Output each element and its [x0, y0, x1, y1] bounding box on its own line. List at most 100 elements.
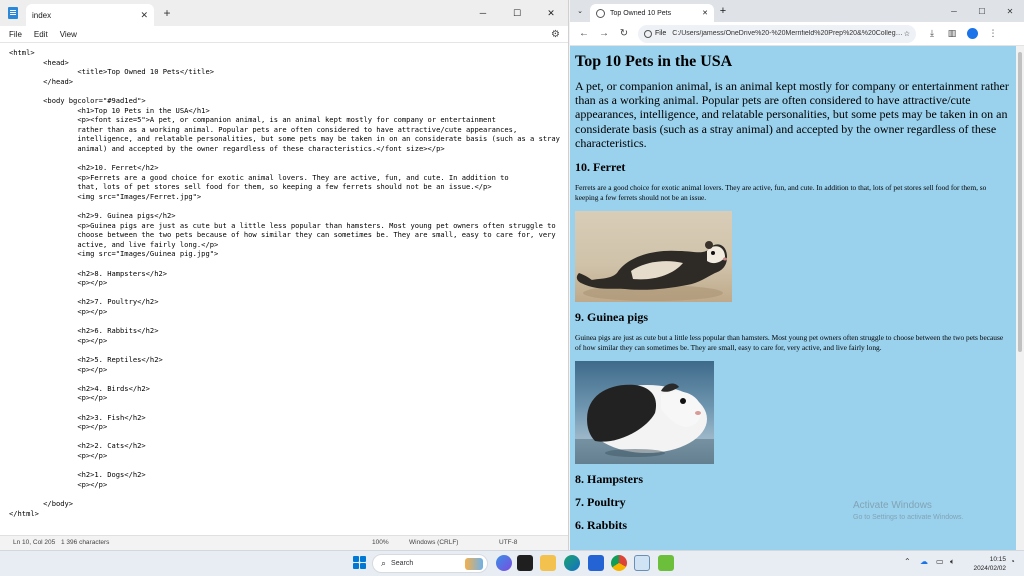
code-line: <h2>3. Fish</h2> — [9, 412, 146, 422]
code-line: <h2>6. Rabbits</h2> — [9, 326, 159, 336]
side-panel-icon[interactable]: ▥ — [942, 28, 962, 39]
chrome-icon[interactable] — [611, 555, 627, 571]
address-bar[interactable]: File C:/Users/jamess/OneDrive%20-%20Merr… — [638, 24, 916, 43]
browser-window: ⌄ Top Owned 10 Pets ✕ + ─ ☐ ✕ ← → ↻ File… — [570, 0, 1024, 550]
notification-bell-icon[interactable]: ◔ — [1010, 557, 1015, 566]
notepad-tab[interactable]: index ✕ — [26, 4, 154, 26]
info-icon[interactable] — [644, 29, 652, 38]
scheme-label: File — [655, 30, 667, 37]
activate-windows-title: Activate Windows — [853, 500, 932, 511]
copilot-icon[interactable] — [496, 555, 512, 571]
taskbar-search[interactable]: ⌕ Search — [372, 554, 488, 573]
new-tab-icon[interactable]: + — [714, 0, 732, 22]
ferret-heading: 10. Ferret — [575, 160, 626, 175]
display-icon[interactable]: ▭ — [936, 557, 944, 566]
page-heading: Top 10 Pets in the USA — [575, 53, 733, 70]
reload-icon[interactable]: ↻ — [614, 28, 634, 39]
code-lines: <html> <head> <title>Top Owned 10 Pets</… — [9, 48, 568, 518]
notepad-taskbar-icon[interactable] — [634, 555, 650, 571]
activate-windows-subtitle: Go to Settings to activate Windows. — [853, 514, 964, 521]
speaker-icon[interactable]: 🔈︎ — [950, 557, 955, 567]
code-line: <h2>10. Ferret</h2> — [9, 163, 159, 173]
settings-gear-icon[interactable]: ⚙ — [551, 29, 560, 40]
code-line: <img src="Images/Guinea pig.jpg"> — [9, 249, 219, 259]
search-icon: ⌕ — [381, 558, 387, 568]
browser-tabstrip: ⌄ Top Owned 10 Pets ✕ + ─ ☐ ✕ — [570, 0, 1024, 22]
notepad-app-icon — [0, 0, 26, 26]
new-tab-icon[interactable]: + — [154, 0, 180, 26]
profile-avatar[interactable] — [967, 28, 978, 39]
store-icon[interactable] — [588, 555, 604, 571]
code-line: <h1>Top 10 Pets in the USA</h1> — [9, 105, 210, 115]
code-line: intelligence, and relatable personalitie… — [9, 134, 560, 144]
ferret-paragraph: Ferrets are a good choice for exotic ani… — [575, 183, 987, 203]
menu-file[interactable]: File — [4, 30, 27, 39]
code-line: <img src="Images/Ferret.jpg"> — [9, 191, 202, 201]
close-tab-icon[interactable]: ✕ — [702, 9, 708, 17]
system-clock[interactable]: 10:15 2024/02/02 — [966, 555, 1006, 573]
notepad-window: index ✕ + ─ ☐ ✕ File Edit View ⚙ <html> … — [0, 0, 569, 550]
menu-view[interactable]: View — [55, 30, 82, 39]
code-line: <h2>5. Reptiles</h2> — [9, 355, 163, 364]
maximize-icon[interactable]: ☐ — [500, 0, 534, 26]
search-highlight-icon — [465, 557, 483, 570]
close-window-icon[interactable]: ✕ — [534, 0, 568, 26]
ferret-image — [575, 211, 732, 303]
download-icon[interactable]: ⤓ — [922, 28, 942, 39]
status-char-count: 1 396 characters — [61, 539, 110, 546]
guinea-pig-image — [575, 361, 714, 465]
notepad-titlebar: index ✕ + ─ ☐ ✕ — [0, 0, 568, 26]
code-line: </body> — [9, 498, 74, 508]
code-line: </head> — [9, 76, 74, 86]
maximize-icon[interactable]: ☐ — [968, 0, 996, 22]
taskbar: ⌕ Search ⌃ ☁ ▭ 🔈︎ 10:15 2024/02/02 ◔ — [0, 550, 1024, 576]
browser-tab[interactable]: Top Owned 10 Pets ✕ — [590, 4, 714, 22]
code-line: <h2>9. Guinea pigs</h2> — [9, 211, 176, 221]
code-line: <p></p> — [9, 364, 108, 374]
bookmark-star-icon[interactable]: ☆ — [904, 30, 910, 38]
code-line: <p></p> — [9, 479, 108, 489]
guinea-heading: 9. Guinea pigs — [575, 310, 649, 325]
menu-edit[interactable]: Edit — [29, 30, 53, 39]
code-line: <html> — [9, 48, 35, 57]
page-scrollbar[interactable] — [1016, 46, 1024, 550]
windows-start-icon[interactable] — [352, 555, 368, 571]
code-line: <p>Ferrets are a good choice for exotic … — [9, 172, 509, 182]
chevron-up-icon[interactable]: ⌃ — [904, 557, 911, 566]
more-menu-icon[interactable]: ⋮ — [983, 28, 1003, 39]
forward-icon[interactable]: → — [594, 28, 614, 39]
code-line: that, lots of pet stores sell food for t… — [9, 182, 492, 192]
hamsters-heading: 8. Hampsters — [575, 472, 643, 487]
code-line: rather than as a working animal. Popular… — [9, 124, 518, 134]
code-line: <h2>1. Dogs</h2> — [9, 470, 146, 480]
file-explorer-icon[interactable] — [540, 555, 556, 571]
minimize-icon[interactable]: ─ — [940, 0, 968, 22]
notepad-text-area[interactable]: <html> <head> <title>Top Owned 10 Pets</… — [0, 42, 568, 535]
browser-tab-label: Top Owned 10 Pets — [610, 9, 672, 17]
back-icon[interactable]: ← — [574, 28, 594, 39]
status-line-endings: Windows (CRLF) — [409, 539, 459, 546]
browser-toolbar: ← → ↻ File C:/Users/jamess/OneDrive%20-%… — [570, 22, 1024, 46]
minimize-icon[interactable]: ─ — [466, 0, 500, 26]
edge-icon[interactable] — [564, 555, 580, 571]
task-view-icon[interactable] — [517, 555, 533, 571]
close-tab-icon[interactable]: ✕ — [140, 10, 148, 21]
close-window-icon[interactable]: ✕ — [996, 0, 1024, 22]
guinea-paragraph: Guinea pigs are just as cute but a littl… — [575, 333, 1004, 353]
code-line: choose between the two pets because of h… — [9, 230, 556, 240]
code-line: <p></p> — [9, 422, 108, 432]
onedrive-cloud-icon[interactable]: ☁ — [920, 557, 928, 566]
status-position: Ln 10, Col 205 — [13, 539, 56, 546]
url-text: C:/Users/jamess/OneDrive%20-%20Merrifiel… — [672, 30, 904, 37]
code-line: active, and live fairly long.</p> — [9, 239, 219, 249]
app-icon[interactable] — [658, 555, 674, 571]
clock-date: 2024/02/02 — [973, 565, 1006, 572]
tab-search-icon[interactable]: ⌄ — [570, 0, 590, 22]
